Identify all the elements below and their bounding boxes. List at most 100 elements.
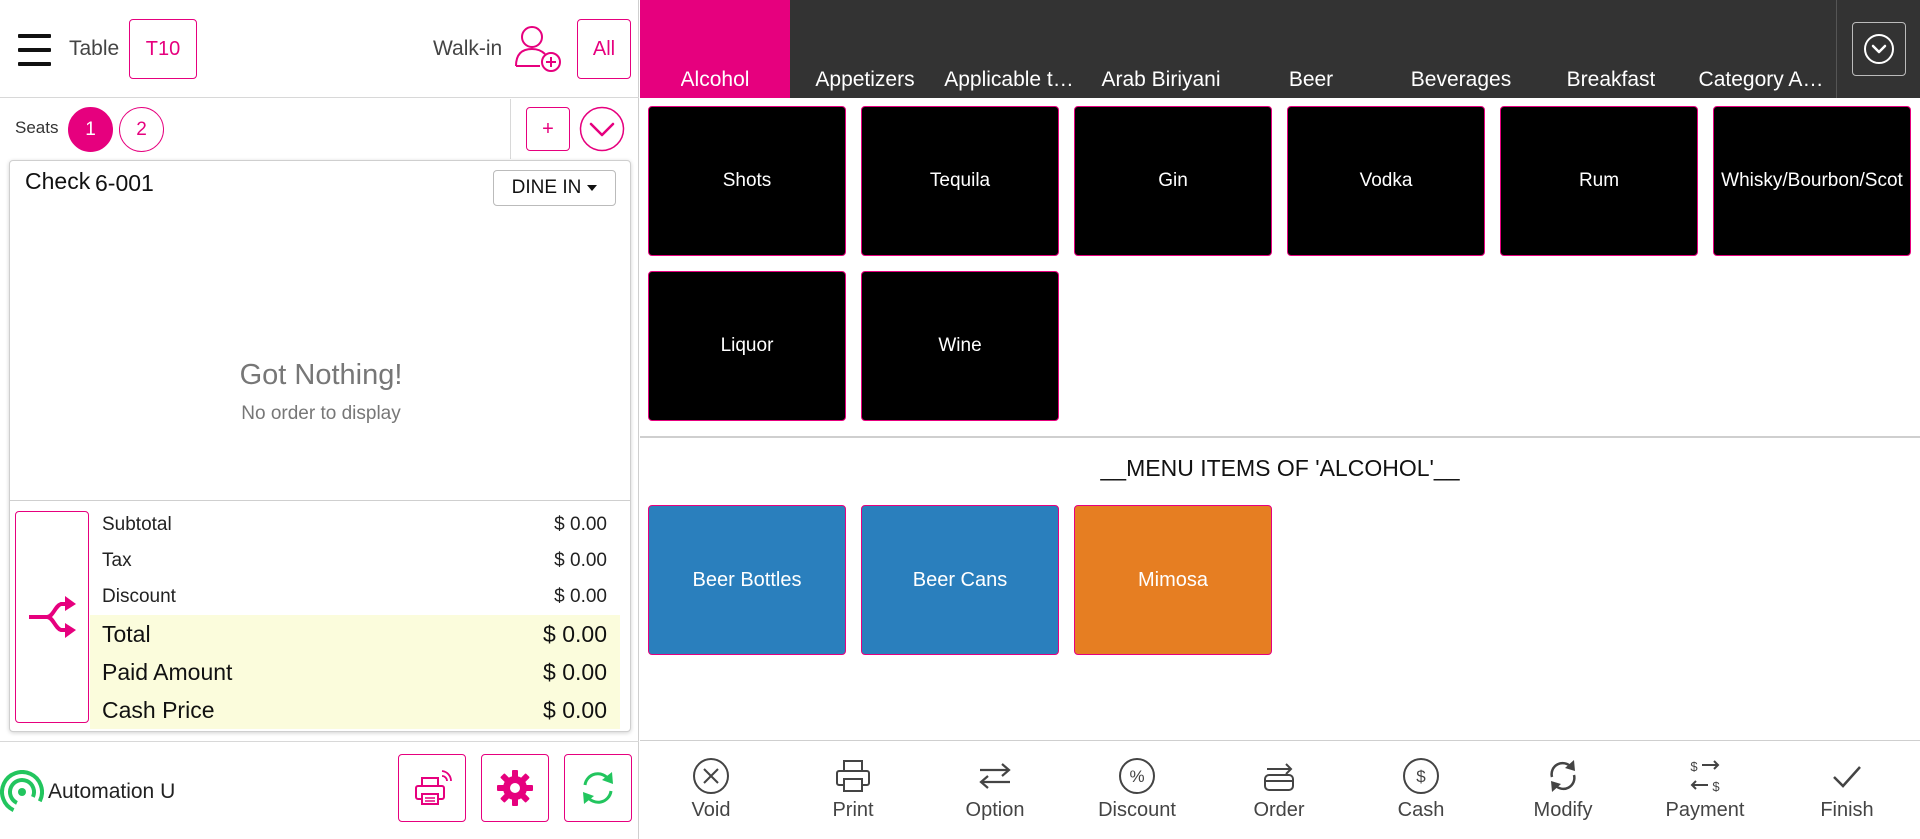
option-icon [979, 763, 1011, 789]
subtotal-label: Subtotal [102, 514, 172, 535]
status-bar: Automation U [0, 741, 639, 839]
subcategory-button[interactable]: Rum [1500, 106, 1698, 256]
tab-appetizers[interactable]: Appetizers [790, 0, 940, 98]
subcategory-button[interactable]: Liquor [648, 271, 846, 421]
divider [1836, 0, 1837, 98]
subtotal-row: Subtotal $ 0.00 [90, 507, 620, 543]
action-label: Discount [1098, 799, 1176, 821]
finish-button[interactable]: Finish [1776, 741, 1918, 839]
add-seat-button[interactable]: + [526, 107, 570, 151]
tab-applicable[interactable]: Applicable t… [934, 0, 1084, 98]
action-label: Modify [1533, 799, 1593, 821]
tab-label: Beverages [1410, 68, 1512, 91]
discount-row: Discount $ 0.00 [90, 579, 620, 615]
action-label: Order [1253, 799, 1305, 821]
discount-button[interactable]: % Discount [1066, 741, 1208, 839]
payment-button[interactable]: $ $ Payment [1634, 741, 1776, 839]
table-label: Table [69, 37, 120, 60]
settings-button[interactable] [481, 754, 549, 822]
user-name: Automation U [48, 780, 176, 803]
tax-row: Tax $ 0.00 [90, 543, 620, 579]
subcategory-button[interactable]: Gin [1074, 106, 1272, 256]
order-button[interactable]: Order [1208, 741, 1350, 839]
seat-2[interactable]: 2 [119, 107, 164, 152]
add-customer-icon[interactable] [514, 22, 564, 74]
more-categories-button[interactable] [1852, 22, 1906, 76]
category-bar: Alcohol Appetizers Applicable t… Arab Bi… [640, 0, 1920, 98]
seats-bar: Seats 1 2 + [0, 99, 639, 159]
seats-label: Seats [15, 118, 59, 137]
menu-item-button[interactable]: Beer Bottles [648, 505, 846, 655]
subcategory-button[interactable]: Wine [861, 271, 1059, 421]
tax-label: Tax [102, 550, 132, 571]
cash-button[interactable]: $ Cash [1350, 741, 1492, 839]
print-button[interactable]: Print [782, 741, 924, 839]
seat-1[interactable]: 1 [68, 107, 113, 152]
action-label: Finish [1820, 799, 1874, 821]
subcategory-button[interactable]: Whisky/Bourbon/Scot [1713, 106, 1911, 256]
paid-amount-value: $ 0.00 [543, 658, 607, 685]
sync-icon [583, 772, 613, 804]
caret-down-icon [587, 185, 598, 191]
tab-label: Beer [1288, 68, 1334, 91]
gear-icon [497, 770, 533, 806]
order-type-dropdown[interactable]: DINE IN [493, 170, 616, 206]
tab-beverages[interactable]: Beverages [1386, 0, 1536, 98]
subcategory-button[interactable]: Shots [648, 106, 846, 256]
svg-text:$: $ [1416, 767, 1426, 786]
wireless-printer-icon [415, 770, 452, 805]
subcategory-button[interactable]: Vodka [1287, 106, 1485, 256]
void-icon [693, 758, 729, 794]
tab-label: Category A… [1698, 68, 1824, 91]
subtotal-value: $ 0.00 [554, 514, 607, 535]
tab-breakfast[interactable]: Breakfast [1536, 0, 1686, 98]
online-status-icon [0, 770, 44, 814]
menu-item-button[interactable]: Beer Cans [861, 505, 1059, 655]
svg-text:$: $ [1690, 759, 1698, 774]
action-label: Void [691, 799, 731, 821]
refresh-button[interactable] [564, 754, 632, 822]
divider [640, 436, 1920, 438]
menu-item-button[interactable]: Mimosa [1074, 505, 1272, 655]
menu-icon[interactable] [18, 34, 51, 66]
void-button[interactable]: Void [640, 741, 782, 839]
collapse-button[interactable] [579, 106, 625, 152]
tab-arab-biriyani[interactable]: Arab Biriyani [1086, 0, 1236, 98]
action-label: Cash [1397, 799, 1445, 821]
option-button[interactable]: Option [924, 741, 1066, 839]
table-button[interactable]: T10 [129, 19, 197, 79]
cash-price-row: Cash Price $ 0.00 [90, 691, 620, 729]
order-panel: Table T10 Walk-in All Seats 1 2 + Check … [0, 0, 639, 839]
divider [10, 500, 630, 501]
printer-button[interactable] [398, 754, 466, 822]
svg-text:%: % [1129, 767, 1144, 786]
payment-icon: $ $ [1690, 759, 1720, 794]
order-header: Table T10 Walk-in All [0, 0, 639, 98]
menu-items-title: __MENU ITEMS OF 'ALCOHOL'__ [1100, 455, 1460, 481]
total-label: Total [102, 620, 151, 647]
modify-button[interactable]: Modify [1492, 741, 1634, 839]
tab-label: Alcohol [680, 68, 750, 91]
check-number: 6-001 [95, 170, 154, 196]
cash-price-label: Cash Price [102, 696, 215, 723]
tab-category-a[interactable]: Category A… [1686, 0, 1836, 98]
chevron-down-circle-icon [1864, 34, 1894, 64]
divider [510, 99, 511, 159]
subcategory-button[interactable]: Tequila [861, 106, 1059, 256]
empty-subtitle: No order to display [241, 403, 401, 424]
action-label: Print [832, 799, 874, 821]
all-customers-button[interactable]: All [577, 19, 631, 79]
svg-text:$: $ [1712, 779, 1720, 794]
split-check-button[interactable] [15, 511, 89, 723]
tab-beer[interactable]: Beer [1236, 0, 1386, 98]
total-row: Total $ 0.00 [90, 615, 620, 653]
check-label: Check [25, 168, 91, 194]
tab-label: Arab Biriyani [1101, 68, 1221, 91]
total-value: $ 0.00 [543, 620, 607, 647]
tab-label: Breakfast [1566, 68, 1656, 91]
action-label: Option [965, 799, 1025, 821]
discount-value: $ 0.00 [554, 586, 607, 607]
tab-alcohol[interactable]: Alcohol [640, 0, 790, 98]
action-label: Payment [1665, 799, 1745, 821]
order-icon [1264, 763, 1294, 791]
